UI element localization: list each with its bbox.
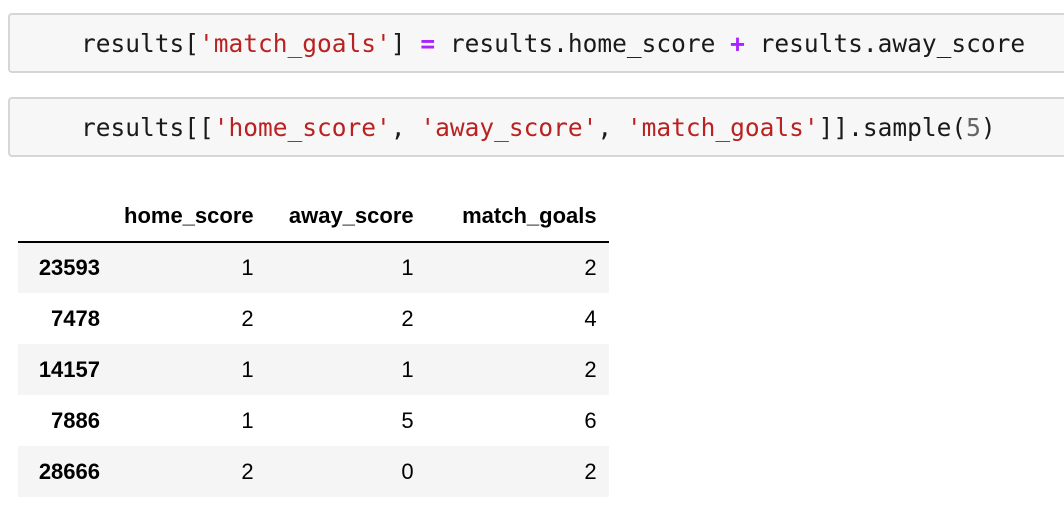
table-cell: 1 — [241, 255, 254, 280]
table-cell: 2 — [584, 255, 597, 280]
table-cell: 1 — [401, 255, 414, 280]
dataframe-output: home_score away_score match_goals 23593 … — [18, 190, 609, 497]
table-cell: 2 — [241, 458, 254, 484]
code-token-operator: = — [420, 28, 436, 58]
table-cell: 2 — [401, 305, 414, 331]
code-token-string: 'home_score' — [213, 112, 391, 142]
index-header — [18, 190, 112, 243]
table-row: 7886 1 5 6 — [18, 395, 609, 446]
code-token: ) — [980, 112, 996, 142]
code-token: ]].sample( — [818, 112, 967, 142]
table-row: 23593 1 1 2 — [18, 242, 609, 293]
code-token: results[[ — [81, 112, 214, 142]
row-index: 14157 — [38, 356, 100, 382]
row-index: 28666 — [38, 458, 100, 484]
table-cell: 2 — [584, 458, 597, 484]
code-cell-2[interactable]: results[['home_score', 'away_score', 'ma… — [8, 97, 1064, 157]
column-header-match-goals: match_goals — [425, 190, 609, 243]
code-token-string: 'match_goals' — [199, 28, 391, 58]
table-cell: 2 — [241, 305, 254, 331]
header-row: home_score away_score match_goals — [18, 190, 609, 243]
table-cell: 1 — [401, 356, 414, 382]
column-header-home-score: home_score — [112, 190, 266, 243]
code-line: results[['home_score', 'away_score', 'ma… — [22, 84, 996, 171]
table-cell: 6 — [584, 407, 597, 433]
table-cell: 5 — [401, 407, 414, 433]
code-line: results['match_goals'] = results.home_sc… — [22, 0, 1025, 87]
row-index: 23593 — [38, 255, 100, 280]
table-row: 7478 2 2 4 — [18, 293, 609, 344]
row-index: 7886 — [51, 407, 100, 433]
code-token-string: 'away_score' — [420, 112, 598, 142]
code-token: , — [390, 112, 421, 142]
code-cell-1[interactable]: results['match_goals'] = results.home_sc… — [8, 13, 1064, 73]
code-token: results.home_score — [435, 28, 731, 58]
table-body: 23593 1 1 2 7478 2 2 4 14157 1 1 2 7886 … — [18, 242, 609, 497]
table-row: 14157 1 1 2 — [18, 344, 609, 395]
row-index: 7478 — [51, 305, 100, 331]
table-cell: 0 — [401, 458, 414, 484]
table-cell: 4 — [584, 305, 597, 331]
column-header-away-score: away_score — [265, 190, 426, 243]
table-header: home_score away_score match_goals — [18, 190, 609, 243]
table-cell: 2 — [584, 356, 597, 382]
table-cell: 1 — [241, 356, 254, 382]
code-token-string: 'match_goals' — [626, 112, 819, 142]
table-row: 28666 2 0 2 — [18, 446, 609, 497]
code-token: , — [597, 112, 627, 142]
code-token: ] — [390, 28, 421, 58]
table-cell: 1 — [241, 407, 254, 433]
code-token-number: 5 — [966, 112, 981, 142]
code-token: results.away_score — [744, 28, 1026, 58]
code-token-operator: + — [730, 28, 745, 58]
code-token: results[ — [81, 28, 200, 58]
